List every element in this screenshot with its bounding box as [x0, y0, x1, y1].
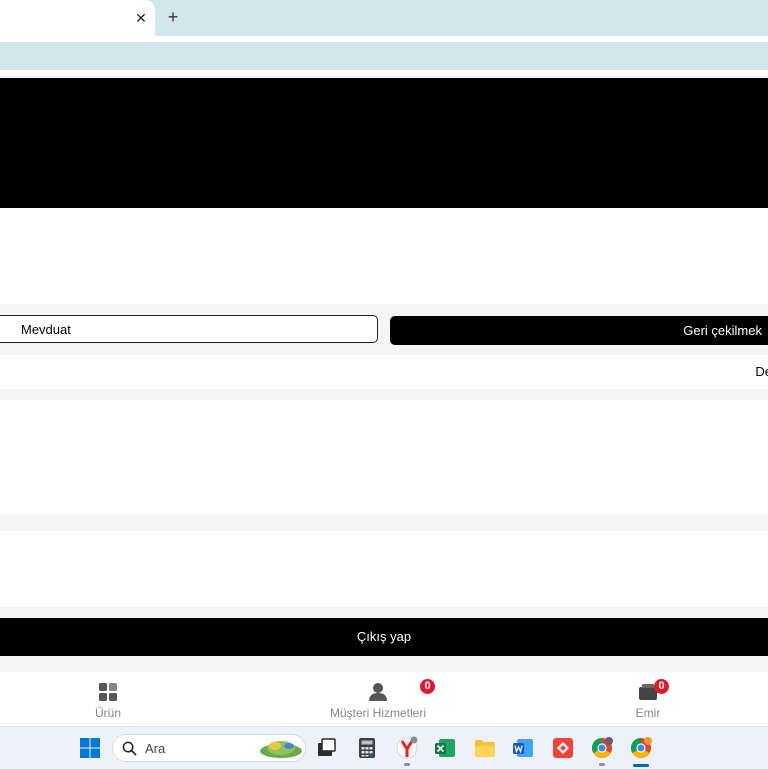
chrome-icon[interactable] — [590, 736, 614, 760]
notification-badge: 0 — [654, 679, 669, 694]
nav-label: Ürün — [94, 706, 121, 720]
excel-icon[interactable] — [433, 736, 457, 760]
nav-item-order[interactable]: 0 Emir — [608, 672, 688, 726]
search-placeholder: Ara — [145, 741, 166, 756]
balance-panel — [0, 208, 768, 304]
windows-taskbar: Ara — [0, 726, 768, 769]
bottom-nav: Ürün 0 Müşteri Hizmetleri 0 Emir — [0, 672, 768, 726]
address-bar[interactable] — [0, 42, 768, 70]
page-content: Mevduat Geri çekilmek De Çıkış yap — [0, 76, 768, 672]
tab-close-icon[interactable]: ✕ — [131, 8, 151, 28]
running-indicator — [599, 763, 605, 766]
browser-tab-active[interactable]: ✕ — [0, 0, 155, 36]
grid-icon — [99, 683, 117, 701]
windows-start-icon[interactable] — [78, 736, 102, 760]
taskbar-search-input[interactable]: Ara — [112, 734, 306, 762]
search-icon — [122, 741, 137, 756]
content-card — [0, 531, 768, 607]
hero-banner — [0, 78, 768, 208]
file-explorer-icon[interactable] — [473, 736, 497, 760]
action-buttons: Mevduat Geri çekilmek — [0, 312, 768, 348]
new-tab-button[interactable]: + — [162, 6, 184, 28]
running-indicator — [404, 763, 410, 766]
deposit-button[interactable]: Mevduat — [0, 315, 378, 343]
logout-button[interactable]: Çıkış yap — [0, 618, 768, 656]
content-card — [0, 400, 768, 514]
nav-label: Emir — [635, 706, 661, 720]
user-icon — [369, 683, 387, 701]
word-icon[interactable] — [511, 736, 535, 760]
info-row-label: De — [755, 364, 768, 379]
chrome-profile-icon[interactable] — [629, 736, 653, 760]
browser-toolbar — [0, 36, 768, 76]
anydesk-icon[interactable] — [551, 736, 575, 760]
info-row[interactable]: De — [0, 355, 768, 389]
withdraw-button[interactable]: Geri çekilmek — [390, 316, 768, 345]
calculator-icon[interactable] — [355, 736, 379, 760]
yandex-icon[interactable] — [395, 736, 419, 760]
nav-item-product[interactable]: Ürün — [68, 672, 148, 726]
search-highlight-icon — [260, 741, 302, 758]
browser-tabstrip: ✕ + — [0, 0, 768, 36]
task-view-icon[interactable] — [314, 736, 338, 760]
active-app-indicator — [633, 764, 649, 767]
nav-item-customer-service[interactable]: 0 Müşteri Hizmetleri — [318, 672, 438, 726]
nav-label: Müşteri Hizmetleri — [329, 706, 426, 720]
notification-badge: 0 — [420, 679, 435, 694]
